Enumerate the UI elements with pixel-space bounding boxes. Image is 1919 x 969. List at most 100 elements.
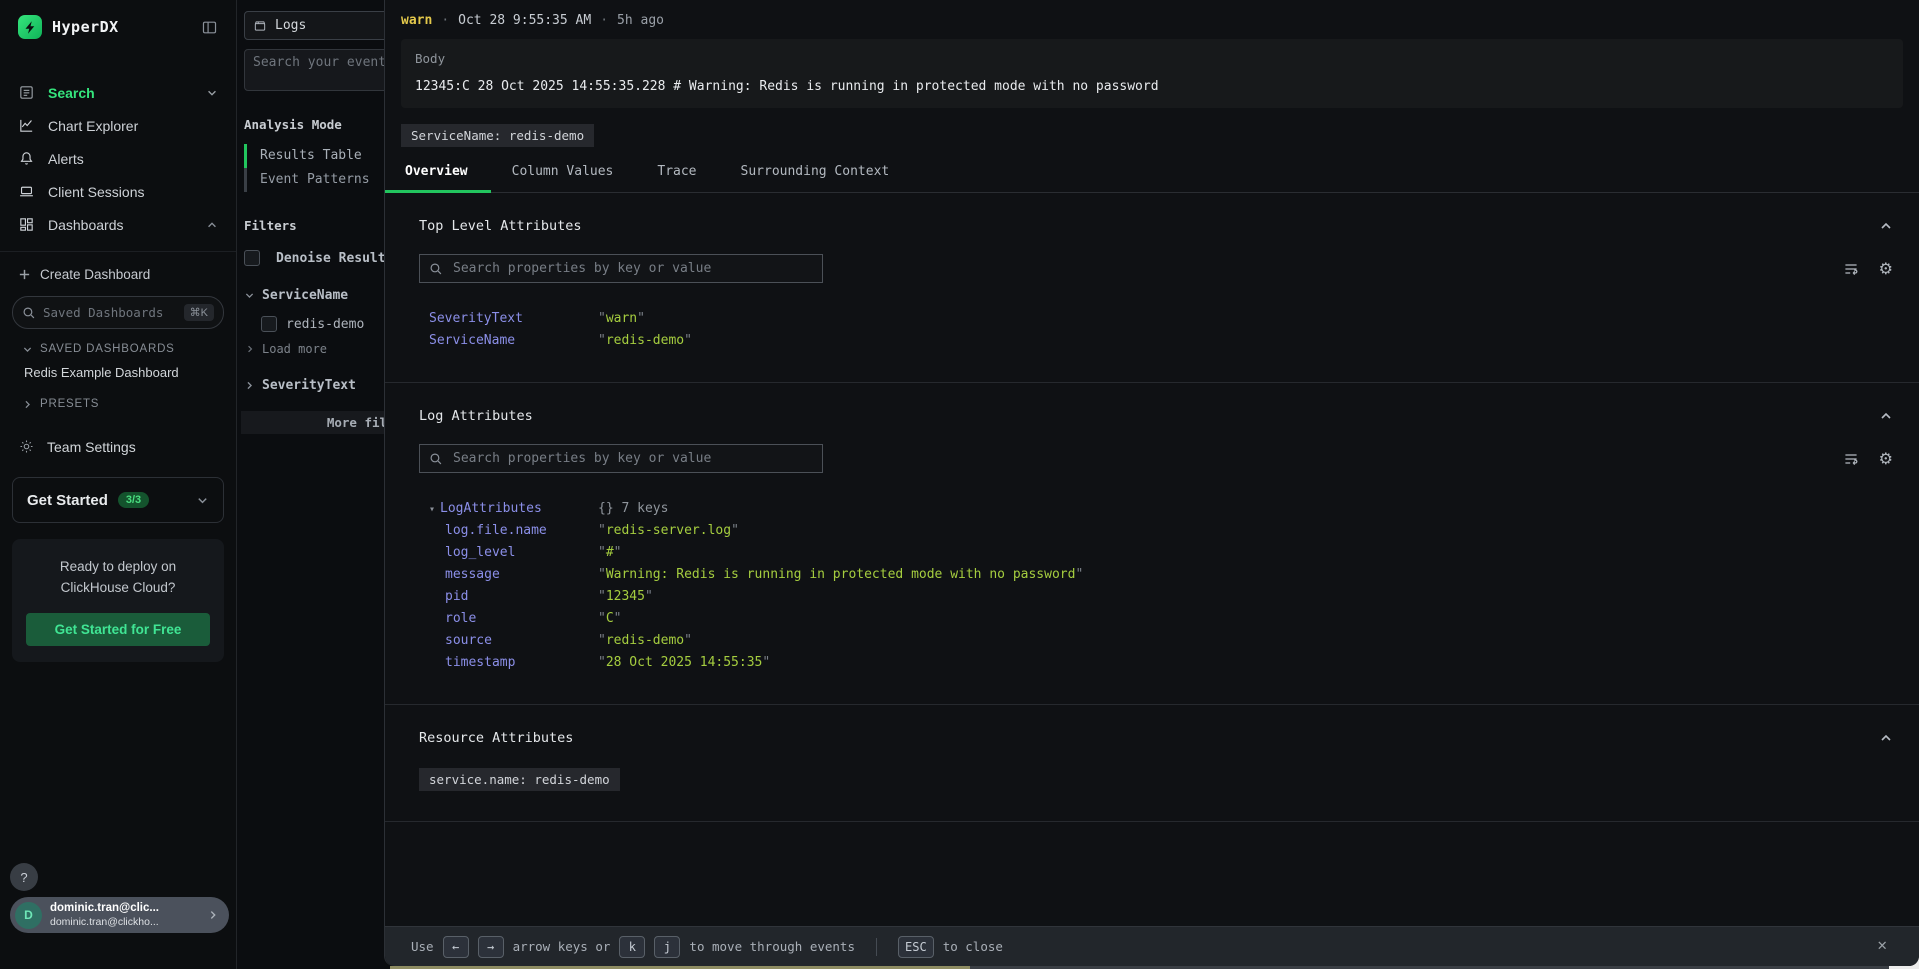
- attribute-value: 12345: [598, 586, 653, 608]
- redis-demo-checkbox[interactable]: [261, 316, 277, 332]
- log-attributes-root-row[interactable]: ▾LogAttributes {} 7 keys: [419, 498, 1893, 520]
- nav-item-chart-explorer[interactable]: Chart Explorer: [0, 109, 236, 142]
- bell-icon: [18, 150, 35, 167]
- event-header: warn · Oct 28 9:55:35 AM · 5h ago: [385, 0, 1919, 28]
- main-nav: Search Chart Explorer Alerts Client Sess…: [0, 76, 236, 241]
- severity-badge: warn: [401, 13, 432, 28]
- search-list-icon: [18, 84, 35, 101]
- tab-trace[interactable]: Trace: [657, 164, 696, 192]
- arrow-left-key: ←: [443, 936, 469, 958]
- event-tabs: Overview Column Values Trace Surrounding…: [385, 164, 1919, 193]
- create-dashboard-button[interactable]: Create Dashboard: [0, 252, 236, 292]
- nav-item-dashboards[interactable]: Dashboards: [0, 208, 236, 241]
- chevron-up-icon: [206, 219, 218, 231]
- nav-label: Chart Explorer: [48, 118, 138, 134]
- nav-label: Alerts: [48, 151, 84, 167]
- analysis-mode-event-patterns[interactable]: Event Patterns: [244, 168, 384, 192]
- user-name: dominic.tran@clic...: [50, 902, 159, 916]
- get-started-free-button[interactable]: Get Started for Free: [26, 613, 210, 646]
- source-selector[interactable]: Logs: [244, 11, 384, 40]
- filter-group-servicename[interactable]: ServiceName: [244, 288, 384, 303]
- search-placeholder: Saved Dashboards: [43, 305, 163, 320]
- progress-badge: 3/3: [118, 492, 149, 508]
- k-key: k: [619, 936, 645, 958]
- attribute-value: redis-demo: [598, 630, 692, 652]
- attribute-value: Warning: Redis is running in protected m…: [598, 564, 1083, 586]
- search-icon: [429, 452, 443, 466]
- body-content: 12345:C 28 Oct 2025 14:55:35.228 # Warni…: [415, 79, 1889, 94]
- analysis-mode-results-table[interactable]: Results Table: [244, 144, 384, 168]
- event-details-body: warn · Oct 28 9:55:35 AM · 5h ago Body 1…: [385, 0, 1919, 926]
- sidebar-item-redis-dashboard[interactable]: Redis Example Dashboard: [0, 357, 236, 384]
- section-title: Top Level Attributes: [419, 218, 582, 234]
- denoise-checkbox[interactable]: [244, 250, 260, 266]
- attribute-row[interactable]: message Warning: Redis is running in pro…: [419, 564, 1893, 586]
- filter-group-severitytext[interactable]: SeverityText: [244, 378, 384, 393]
- properties-search-input[interactable]: [451, 260, 813, 277]
- collapse-section-icon[interactable]: [1879, 409, 1893, 423]
- tab-column-values[interactable]: Column Values: [512, 164, 614, 192]
- nav-item-client-sessions[interactable]: Client Sessions: [0, 175, 236, 208]
- attribute-row[interactable]: source redis-demo: [419, 630, 1893, 652]
- saved-dashboards-heading[interactable]: SAVED DASHBOARDS: [0, 329, 236, 357]
- attribute-row[interactable]: log.file.name redis-server.log: [419, 520, 1893, 542]
- caret-down-icon: ▾: [429, 504, 435, 515]
- chevron-down-icon: [196, 494, 209, 507]
- load-more-button[interactable]: Load more: [245, 342, 384, 356]
- nav-label: Client Sessions: [48, 184, 145, 200]
- more-filters-button[interactable]: More filters: [241, 411, 384, 434]
- tab-surrounding-context[interactable]: Surrounding Context: [741, 164, 890, 192]
- service-name-resource-tag[interactable]: service.name: redis-demo: [419, 768, 620, 791]
- attribute-row[interactable]: SeverityText warn: [419, 308, 1893, 330]
- denoise-results-row: Denoise Results: [244, 250, 384, 266]
- line-wrap-icon[interactable]: [1843, 261, 1859, 277]
- analysis-mode-list: Results Table Event Patterns: [244, 144, 384, 192]
- gear-icon[interactable]: ⚙: [1879, 451, 1893, 467]
- user-account-button[interactable]: D dominic.tran@clic... dominic.tran@clic…: [10, 897, 229, 933]
- search-filters-panel: Logs Analysis Mode Results Table Event P…: [237, 0, 384, 969]
- attribute-key: timestamp: [445, 655, 515, 670]
- service-name-tag[interactable]: ServiceName: redis-demo: [401, 124, 594, 147]
- presets-heading[interactable]: PRESETS: [0, 384, 236, 412]
- attribute-row[interactable]: timestamp 28 Oct 2025 14:55:35: [419, 652, 1893, 674]
- nav-item-search[interactable]: Search: [0, 76, 236, 109]
- saved-dashboards-search[interactable]: Saved Dashboards ⌘K: [12, 296, 224, 329]
- attribute-value: redis-server.log: [598, 520, 739, 542]
- get-started-toggle[interactable]: Get Started 3/3: [12, 477, 224, 523]
- events-search-input[interactable]: [244, 49, 384, 91]
- gear-icon[interactable]: ⚙: [1879, 261, 1893, 277]
- collapse-section-icon[interactable]: [1879, 731, 1893, 745]
- event-details-panel: warn · Oct 28 9:55:35 AM · 5h ago Body 1…: [384, 0, 1919, 966]
- attribute-row[interactable]: log_level #: [419, 542, 1893, 564]
- filter-value-redis-demo: redis-demo: [261, 316, 384, 332]
- help-button[interactable]: ?: [10, 863, 38, 891]
- properties-search-input[interactable]: [451, 450, 813, 467]
- chart-icon: [18, 117, 35, 134]
- attribute-row[interactable]: ServiceName redis-demo: [419, 330, 1893, 352]
- chevron-right-icon: [244, 380, 255, 391]
- nav-label: Search: [48, 85, 95, 101]
- team-settings-button[interactable]: Team Settings: [0, 438, 236, 455]
- collapse-section-icon[interactable]: [1879, 219, 1893, 233]
- keys-count: {} 7 keys: [598, 498, 668, 520]
- nav-item-alerts[interactable]: Alerts: [0, 142, 236, 175]
- attribute-key: SeverityText: [429, 311, 523, 326]
- chevron-right-icon: [22, 399, 33, 410]
- gear-icon: [18, 438, 35, 455]
- attribute-value: #: [598, 542, 621, 564]
- event-panel-footer: Use ← → arrow keys or k j to move throug…: [385, 926, 1919, 966]
- attribute-value: C: [598, 608, 621, 630]
- attribute-row[interactable]: pid 12345: [419, 586, 1893, 608]
- event-body-card: Body 12345:C 28 Oct 2025 14:55:35.228 # …: [401, 39, 1903, 108]
- attribute-row[interactable]: role C: [419, 608, 1893, 630]
- hyperdx-app: HyperDX Search Chart Explorer Alerts Cli: [0, 0, 1919, 969]
- top-level-attributes-table: SeverityText warn ServiceName redis-demo: [419, 308, 1893, 352]
- tab-overview[interactable]: Overview: [405, 164, 468, 192]
- j-key: j: [654, 936, 680, 958]
- properties-search: [419, 444, 823, 473]
- close-icon[interactable]: ✕: [1877, 937, 1887, 953]
- analysis-mode-heading: Analysis Mode: [244, 117, 384, 132]
- log-attributes-children: log.file.name redis-server.log log_level…: [419, 520, 1893, 674]
- collapse-sidebar-icon[interactable]: [201, 19, 218, 36]
- line-wrap-icon[interactable]: [1843, 451, 1859, 467]
